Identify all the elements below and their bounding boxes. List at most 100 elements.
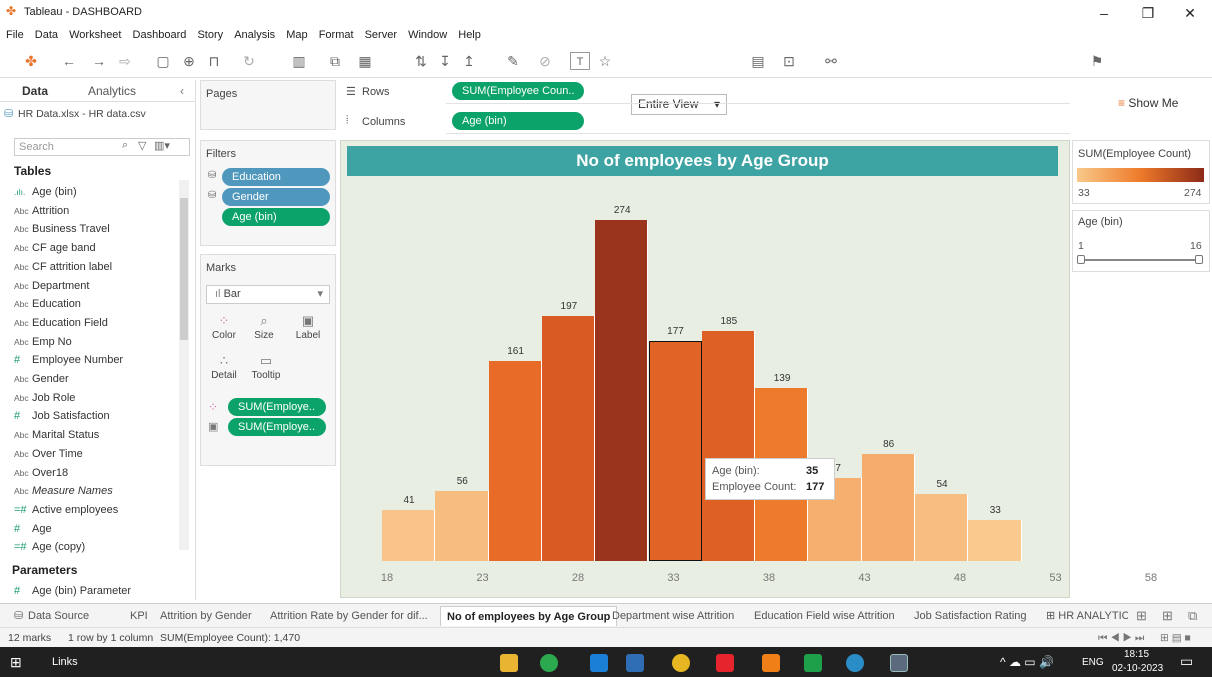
new-datasource-icon[interactable]: ⊕ [180,52,198,70]
windows-start-icon[interactable]: ⊞ [10,654,22,671]
store-icon[interactable] [626,654,644,672]
whatsapp-icon[interactable] [540,654,558,672]
tab-employees-by-age[interactable]: No of employees by Age Group [440,606,618,626]
tableau-taskbar-icon[interactable] [890,654,908,672]
tab-job-satisfaction[interactable]: Job Satisfaction Rating [914,606,1027,626]
detail-button[interactable]: ∴ Detail [206,352,242,388]
tab-attrition-rate[interactable]: Attrition Rate by Gender for dif... [270,606,436,626]
range-slider-min-handle[interactable] [1077,255,1085,264]
file-explorer-icon[interactable] [500,654,518,672]
field-item[interactable]: Measure Names [32,482,113,500]
size-button[interactable]: ⌕ Size [246,312,282,348]
swap-icon[interactable]: ⇅ [412,52,430,70]
tableau-icon[interactable]: ✤ [22,52,40,70]
tray-icons[interactable]: ^ ☁ ▭ 🔊 [1000,655,1054,669]
menu-server[interactable]: Server [365,26,397,44]
drive-icon[interactable] [804,654,822,672]
view-options-icon[interactable]: ▥▾ [154,139,170,152]
field-item[interactable]: CF age band [32,239,96,257]
tab-data[interactable]: Data [22,84,48,98]
scrollbar-thumb[interactable] [180,198,188,340]
bar-age-48[interactable] [861,454,915,561]
menu-story[interactable]: Story [197,26,223,44]
field-item[interactable]: Over Time [32,445,83,463]
youtube-icon[interactable] [716,654,734,672]
new-worksheet-icon[interactable]: ⊞ [1136,608,1147,624]
tab-department-attrition[interactable]: Department wise Attrition [612,606,734,626]
highlight-icon[interactable]: ✎ [504,52,522,70]
browser-icon[interactable] [846,654,864,672]
filter-icon[interactable]: ▽ [138,139,146,152]
duplicate-sheet-icon[interactable]: ⧉ [326,52,344,70]
minimize-icon[interactable]: – [1086,2,1122,24]
filter-pill-education[interactable]: Education [222,168,330,186]
fix-axes-icon[interactable]: ☆ [596,52,614,70]
bar-age-55[interactable] [968,520,1022,561]
bar-age-22[interactable] [435,491,489,561]
pause-updates-icon[interactable]: ⊓ [205,52,223,70]
field-item[interactable]: Employee Number [32,351,123,369]
clock-date[interactable]: 02-10-2023 [1112,663,1163,674]
field-item[interactable]: Active employees [32,501,118,519]
field-item[interactable]: Attrition [32,202,69,220]
menu-file[interactable]: File [6,26,24,44]
presentation-icon[interactable]: ⊡ [780,52,798,70]
redo-icon[interactable]: ⇨ [116,52,134,70]
filter-pill-gender[interactable]: Gender [222,188,330,206]
vlc-icon[interactable] [762,654,780,672]
range-slider-max-handle[interactable] [1195,255,1203,264]
sheet-view-icons[interactable]: ⊞ ▤ ■ [1160,628,1191,648]
menu-window[interactable]: Window [408,26,447,44]
field-item[interactable]: Education [32,295,81,313]
tab-analytics[interactable]: Analytics [88,84,136,98]
taskbar-links[interactable]: Links [52,656,78,668]
tab-kpi[interactable]: KPI [130,606,148,626]
new-dashboard-icon[interactable]: ⊞ [1162,608,1173,624]
field-item[interactable]: CF attrition label [32,258,112,276]
forward-icon[interactable]: → [90,52,108,70]
field-item[interactable]: Gender [32,370,69,388]
rows-pill[interactable]: SUM(Employee Coun.. [452,82,584,100]
menu-dashboard[interactable]: Dashboard [133,26,187,44]
label-button[interactable]: ▣ Label [290,312,326,348]
sheet-nav-icons[interactable]: ⏮ ◀ ▶ ⏭ [1098,628,1144,648]
notifications-icon[interactable]: ▭ [1180,653,1193,670]
menu-worksheet[interactable]: Worksheet [69,26,121,44]
bar-age-26[interactable] [488,361,542,561]
group-icon[interactable]: ⊘ [536,52,554,70]
field-item[interactable]: Over18 [32,464,68,482]
field-item[interactable]: Age [32,520,52,538]
field-item[interactable]: Job Satisfaction [32,407,110,425]
restore-icon[interactable]: ❐ [1130,2,1166,24]
bar-age-32[interactable] [595,220,649,561]
new-story-icon[interactable]: ⧉ [1188,608,1197,624]
menu-format[interactable]: Format [319,26,354,44]
range-slider-track[interactable] [1080,259,1200,261]
mark-type-dropdown[interactable]: ıl Bar ▾ [206,285,330,304]
save-icon[interactable]: ▢ [154,52,172,70]
parameter-item[interactable]: Age (bin) Parameter [32,582,131,600]
show-cards-icon[interactable]: ▤ [746,52,770,70]
bar-age-52[interactable] [915,494,969,561]
chrome-icon[interactable] [672,654,690,672]
show-me-button[interactable]: ≡ Show Me [1118,96,1178,110]
field-item[interactable]: Department [32,277,89,295]
tab-attrition-by-gender[interactable]: Attrition by Gender [160,606,252,626]
refresh-icon[interactable]: ↻ [240,52,258,70]
signpost-icon[interactable]: ⚑ [1088,52,1106,70]
sort-asc-icon[interactable]: ↧ [436,52,454,70]
tooltip-button[interactable]: ▭ Tooltip [248,352,284,388]
field-item[interactable]: Education Field [32,314,108,332]
columns-pill[interactable]: Age (bin) [452,112,584,130]
menu-map[interactable]: Map [286,26,307,44]
menu-help[interactable]: Help [458,26,481,44]
tab-education-attrition[interactable]: Education Field wise Attrition [754,606,895,626]
mail-icon[interactable] [590,654,608,672]
datasource-name[interactable]: HR Data.xlsx - HR data.csv [18,108,146,120]
bar-age-18[interactable] [382,510,436,561]
field-item[interactable]: Job Role [32,389,75,407]
close-icon[interactable]: ✕ [1172,2,1208,24]
clock-time[interactable]: 18:15 [1124,649,1149,660]
field-item[interactable]: Emp No [32,333,72,351]
menu-analysis[interactable]: Analysis [234,26,275,44]
